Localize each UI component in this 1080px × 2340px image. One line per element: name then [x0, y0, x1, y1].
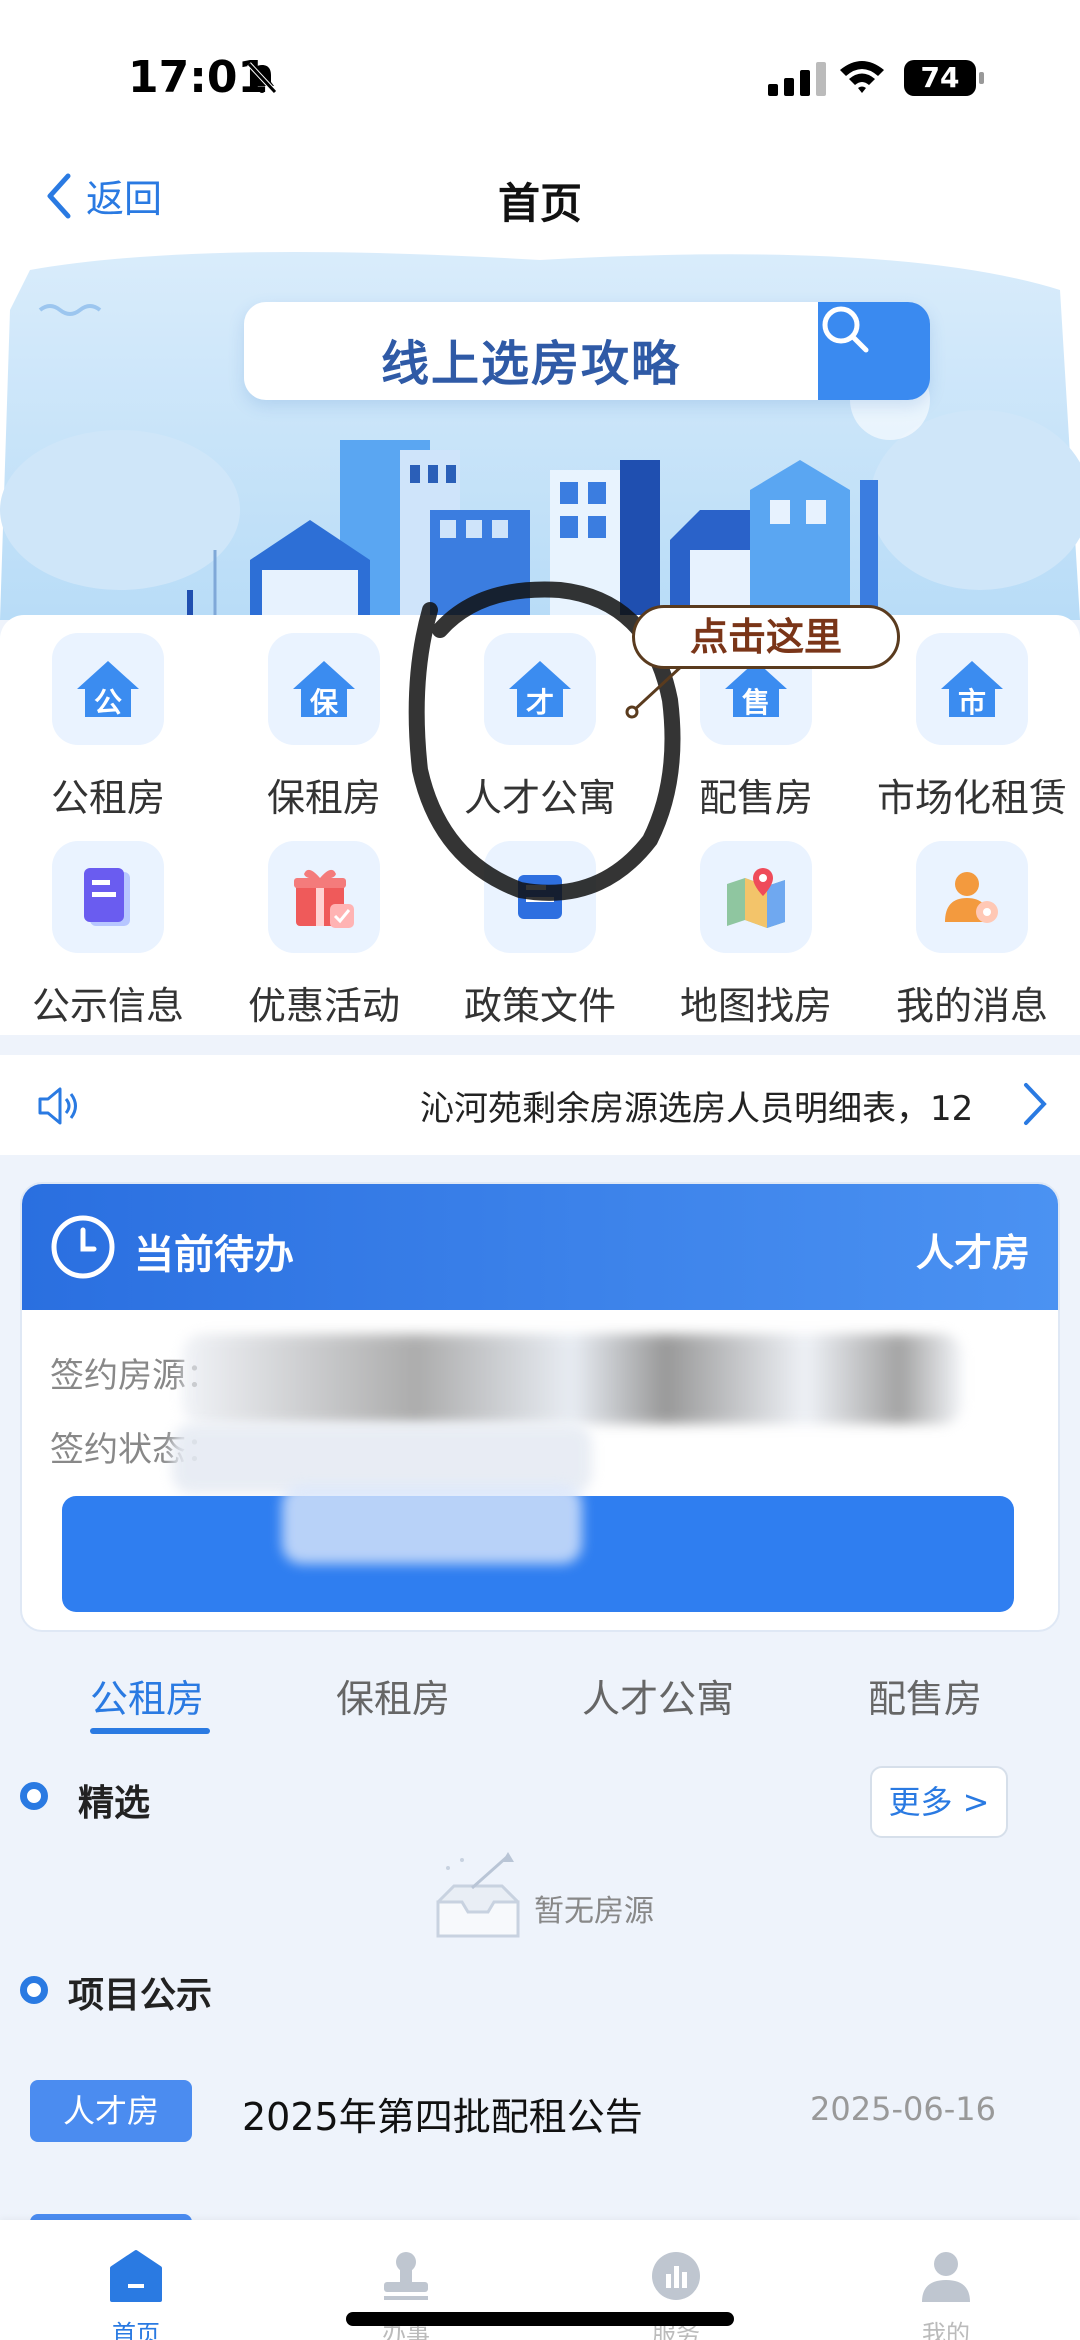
- nav-bar: 返回 首页: [0, 150, 1080, 250]
- nav-profile[interactable]: 我的: [866, 2248, 1026, 2340]
- section-dot-icon: [20, 1782, 48, 1810]
- section-dot-icon: [20, 1976, 48, 2004]
- clock-icon: [51, 1215, 115, 1279]
- category-label: 公示信息: [31, 984, 184, 1028]
- category-label: 优惠活动: [247, 984, 400, 1028]
- redacted-area: [282, 1484, 582, 1564]
- search-label: 线上选房攻略: [380, 336, 681, 392]
- tab-allotted-sale[interactable]: 配售房: [868, 1668, 982, 1723]
- category-label: 市场化租赁: [876, 776, 1067, 820]
- empty-state: 暂无房源: [428, 1846, 688, 1946]
- search-button[interactable]: [818, 302, 930, 400]
- project-name[interactable]: 2025年第四批配租公告: [242, 2086, 643, 2141]
- user-message-icon: [945, 872, 998, 923]
- category-public-housing[interactable]: 公 公租房: [0, 633, 216, 822]
- speaker-icon: [38, 1087, 77, 1125]
- notice-text[interactable]: 沁河苑剩余房源选房人员明细表，12: [420, 1081, 973, 1130]
- featured-title: 精选: [78, 1783, 151, 1824]
- project-date: 2025-06-16: [810, 2090, 996, 2128]
- stamp-icon: [384, 2252, 428, 2300]
- notice-bar[interactable]: 沁河苑剩余房源选房人员明细表，12: [0, 1055, 1080, 1155]
- housing-tabs: 公租房 保租房 人才公寓 配售房: [0, 1640, 1080, 1740]
- document-icon: [84, 868, 130, 926]
- strategy-search-bar[interactable]: 线上选房攻略: [244, 302, 930, 400]
- annotation-callout: 点击这里: [632, 605, 900, 669]
- bell-muted-icon: [247, 62, 277, 94]
- guaranteed-rental-icon: 保: [291, 659, 357, 719]
- category-market-rental[interactable]: 市 市场化租赁: [864, 633, 1080, 822]
- category-label: 我的消息: [895, 984, 1048, 1028]
- nav-service[interactable]: 服务: [596, 2248, 756, 2340]
- chart-service-icon: [652, 2252, 700, 2300]
- nav-services-stamp[interactable]: 办事: [326, 2248, 486, 2340]
- empty-inbox-icon: [436, 1852, 520, 1938]
- category-announcements[interactable]: 公示信息: [0, 841, 216, 1030]
- category-label: 地图找房: [679, 984, 832, 1028]
- pending-task-title: 当前待办: [134, 1232, 294, 1278]
- project-tag: 人才房: [30, 2080, 192, 2142]
- wifi-icon: [840, 61, 884, 93]
- nav-label: 我的: [922, 2320, 970, 2340]
- page-title: 首页: [497, 179, 582, 228]
- tab-public-housing[interactable]: 公租房: [90, 1668, 204, 1723]
- pending-task-type: 人才房: [915, 1231, 1030, 1275]
- nav-home[interactable]: 首页: [56, 2248, 216, 2340]
- empty-state-text: 暂无房源: [534, 1894, 654, 1929]
- category-my-messages[interactable]: 我的消息: [864, 841, 1080, 1030]
- projects-title: 项目公示: [68, 1975, 213, 2016]
- cell-signal-icon: [768, 60, 826, 96]
- active-tab-indicator: [90, 1728, 210, 1734]
- map-icon: [727, 868, 785, 928]
- home-indicator: [346, 2312, 734, 2326]
- user-icon: [922, 2252, 970, 2302]
- battery-indicator: 74: [904, 60, 984, 96]
- callout-pointer: [625, 662, 686, 719]
- list-item[interactable]: 人才房 2025年第四批配租公告 2025-06-16: [0, 2060, 1080, 2160]
- category-label: 公租房: [50, 776, 165, 820]
- pending-task-card: 当前待办 人才房 签约房源： 签约状态：: [20, 1182, 1060, 1632]
- redacted-area: [182, 1334, 962, 1424]
- pending-task-header: 当前待办 人才房: [22, 1184, 1058, 1310]
- home-icon: [110, 2250, 162, 2302]
- search-icon: [822, 306, 869, 353]
- gift-icon: [294, 869, 354, 928]
- public-housing-icon: 公: [75, 659, 141, 719]
- more-button[interactable]: 更多 >: [870, 1766, 1008, 1838]
- nav-label: 首页: [112, 2320, 160, 2340]
- tab-guaranteed-rental[interactable]: 保租房: [336, 1668, 450, 1723]
- market-rental-icon: 市: [939, 659, 1005, 719]
- category-label: 政策文件: [463, 984, 616, 1028]
- status-bar: 17:01 74: [0, 0, 1080, 150]
- tab-talent-apartment[interactable]: 人才公寓: [582, 1668, 734, 1723]
- chevron-right-icon[interactable]: [1020, 1079, 1050, 1129]
